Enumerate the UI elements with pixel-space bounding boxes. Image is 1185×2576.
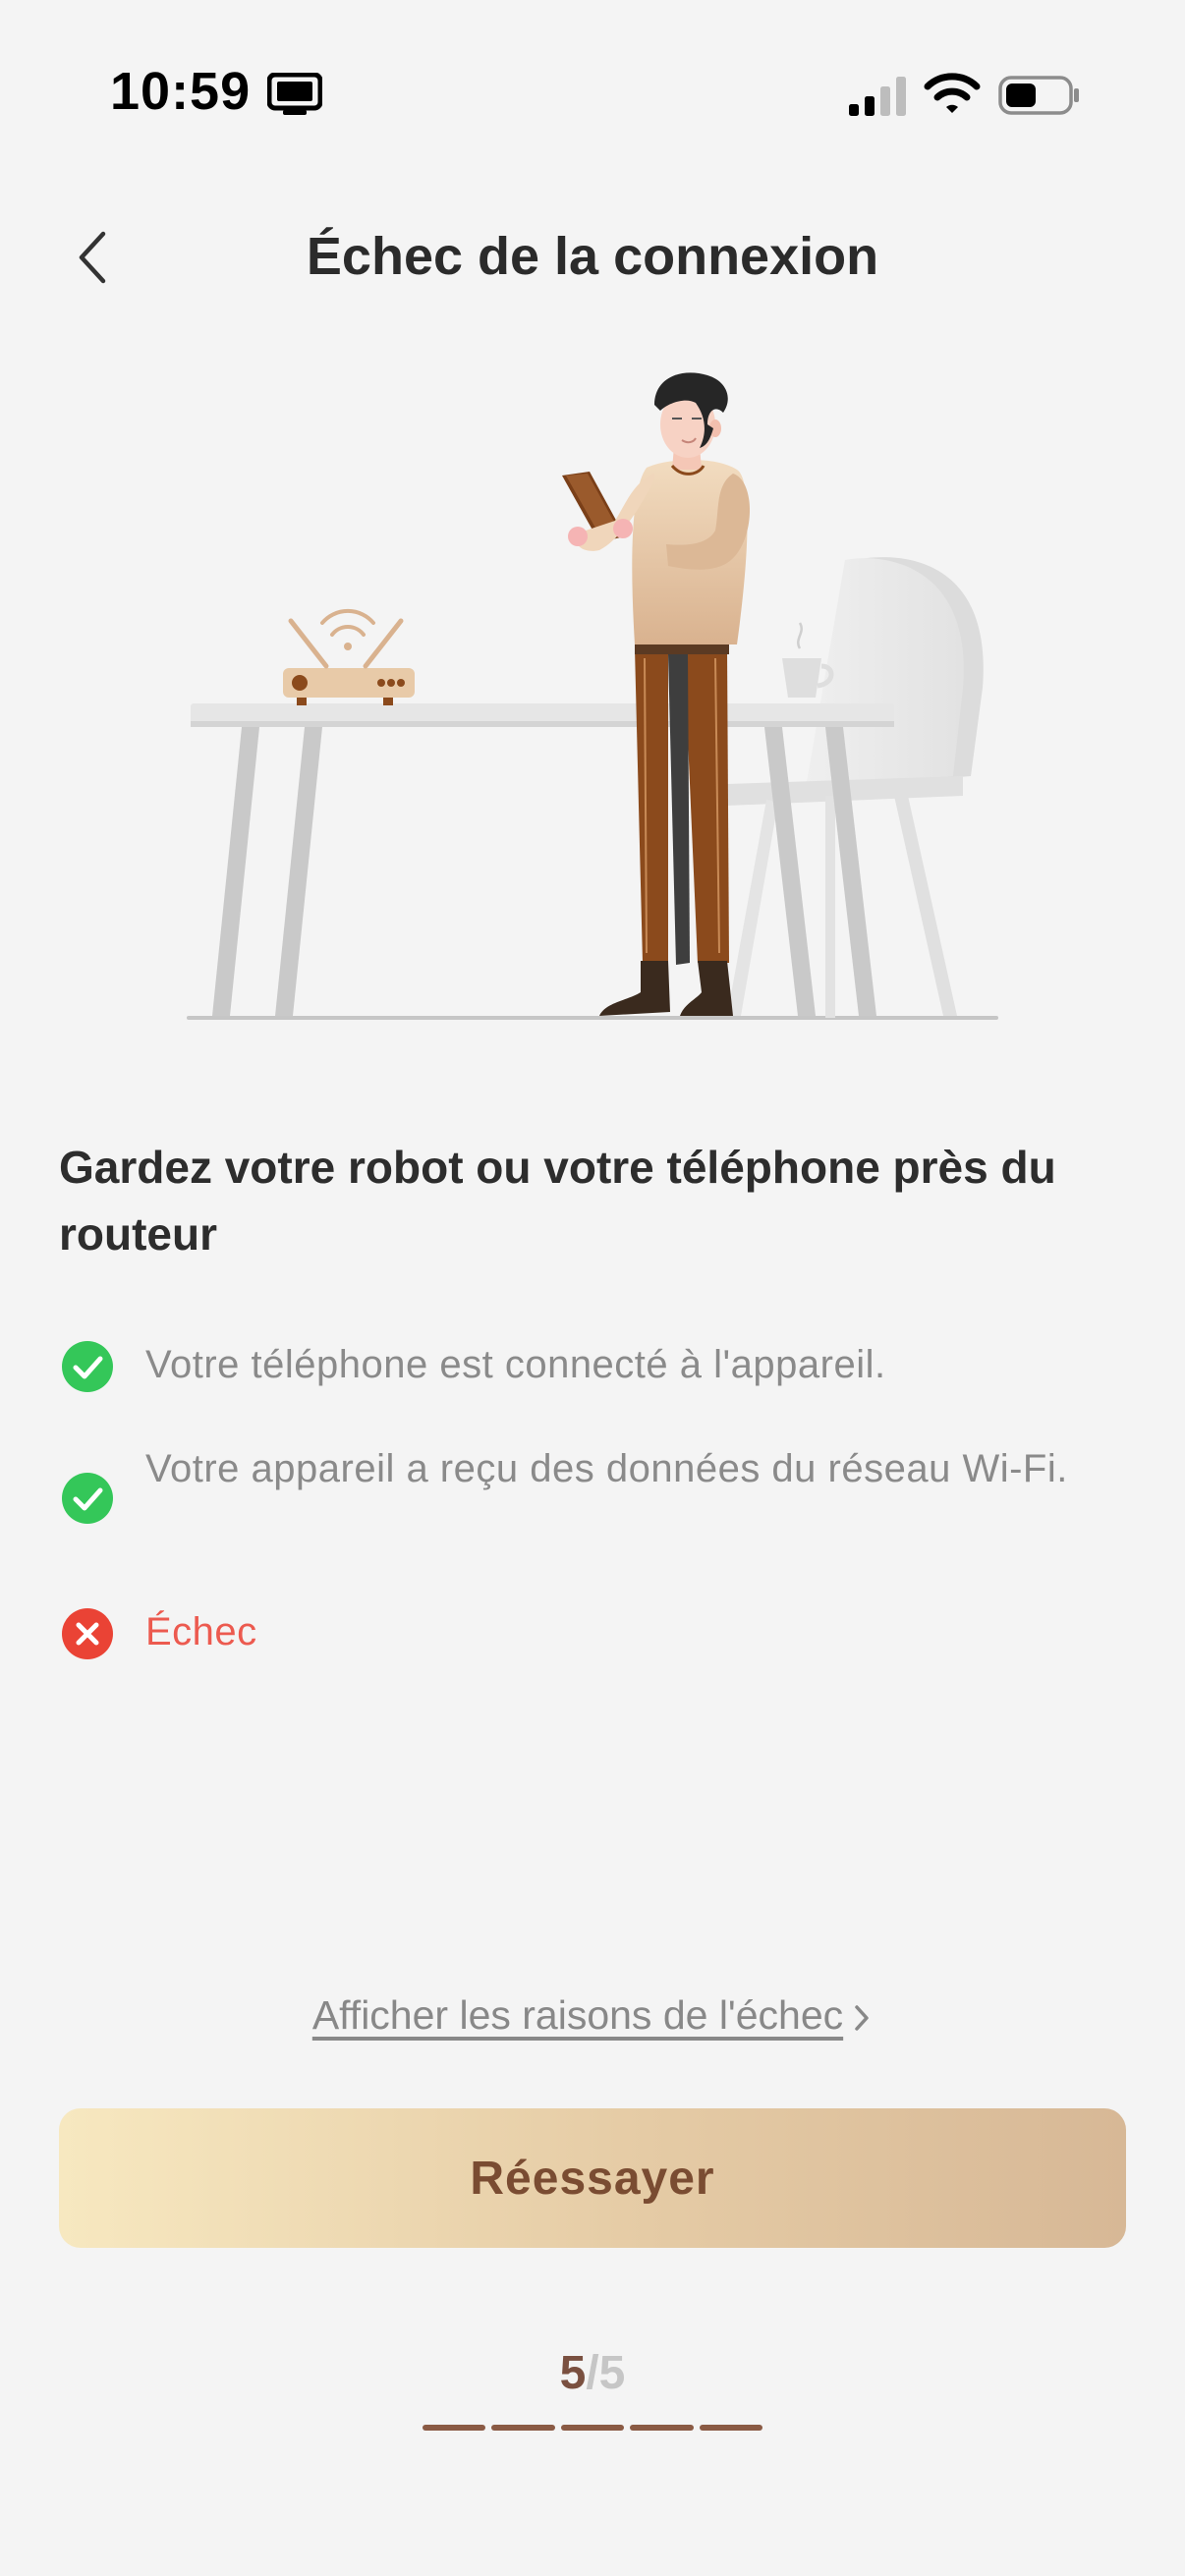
- status-time: 10:59: [110, 62, 252, 121]
- step-dash: [560, 2425, 625, 2431]
- status-bar: 10:59: [0, 0, 1185, 187]
- tip-headline: Gardez votre robot ou votre téléphone pr…: [59, 1142, 1056, 1260]
- error-circle-icon: [62, 1608, 113, 1659]
- person-with-tablet-router-illustration: [187, 372, 998, 1020]
- check-circle-icon: [62, 1473, 113, 1524]
- step-dash: [423, 2425, 486, 2431]
- battery-icon: [998, 76, 1079, 115]
- step-indicator: 5/5: [0, 2346, 1185, 2400]
- step-dash: [630, 2425, 694, 2431]
- page-title: Échec de la connexion: [306, 227, 879, 286]
- step-separator: /: [586, 2347, 599, 2399]
- chevron-right-icon: [855, 2005, 869, 2031]
- step-dash: [699, 2425, 763, 2431]
- check-item-label: Votre appareil a reçu des données du rés…: [145, 1447, 1068, 1490]
- step-progress-dashes: [423, 2425, 763, 2433]
- cellular-signal-icon: [849, 77, 906, 116]
- nav-bar: Échec de la connexion: [0, 196, 1185, 324]
- show-failure-reasons-link[interactable]: Afficher les raisons de l'échec: [0, 1992, 1185, 2039]
- step-total: 5: [598, 2347, 626, 2399]
- check-circle-icon: [62, 1341, 113, 1392]
- step-dash: [491, 2425, 555, 2431]
- wifi-icon: [924, 73, 981, 113]
- retry-button[interactable]: Réessayer: [59, 2108, 1126, 2248]
- screen: 10:59 Échec de la connexion Gardez votre…: [0, 0, 1185, 2576]
- link-label: Afficher les raisons de l'échec: [311, 1992, 844, 2038]
- screen-mirror-icon: [267, 73, 322, 115]
- check-item-label: Votre téléphone est connecté à l'apparei…: [145, 1343, 886, 1386]
- check-item-label: Échec: [145, 1610, 257, 1653]
- step-current: 5: [559, 2347, 587, 2399]
